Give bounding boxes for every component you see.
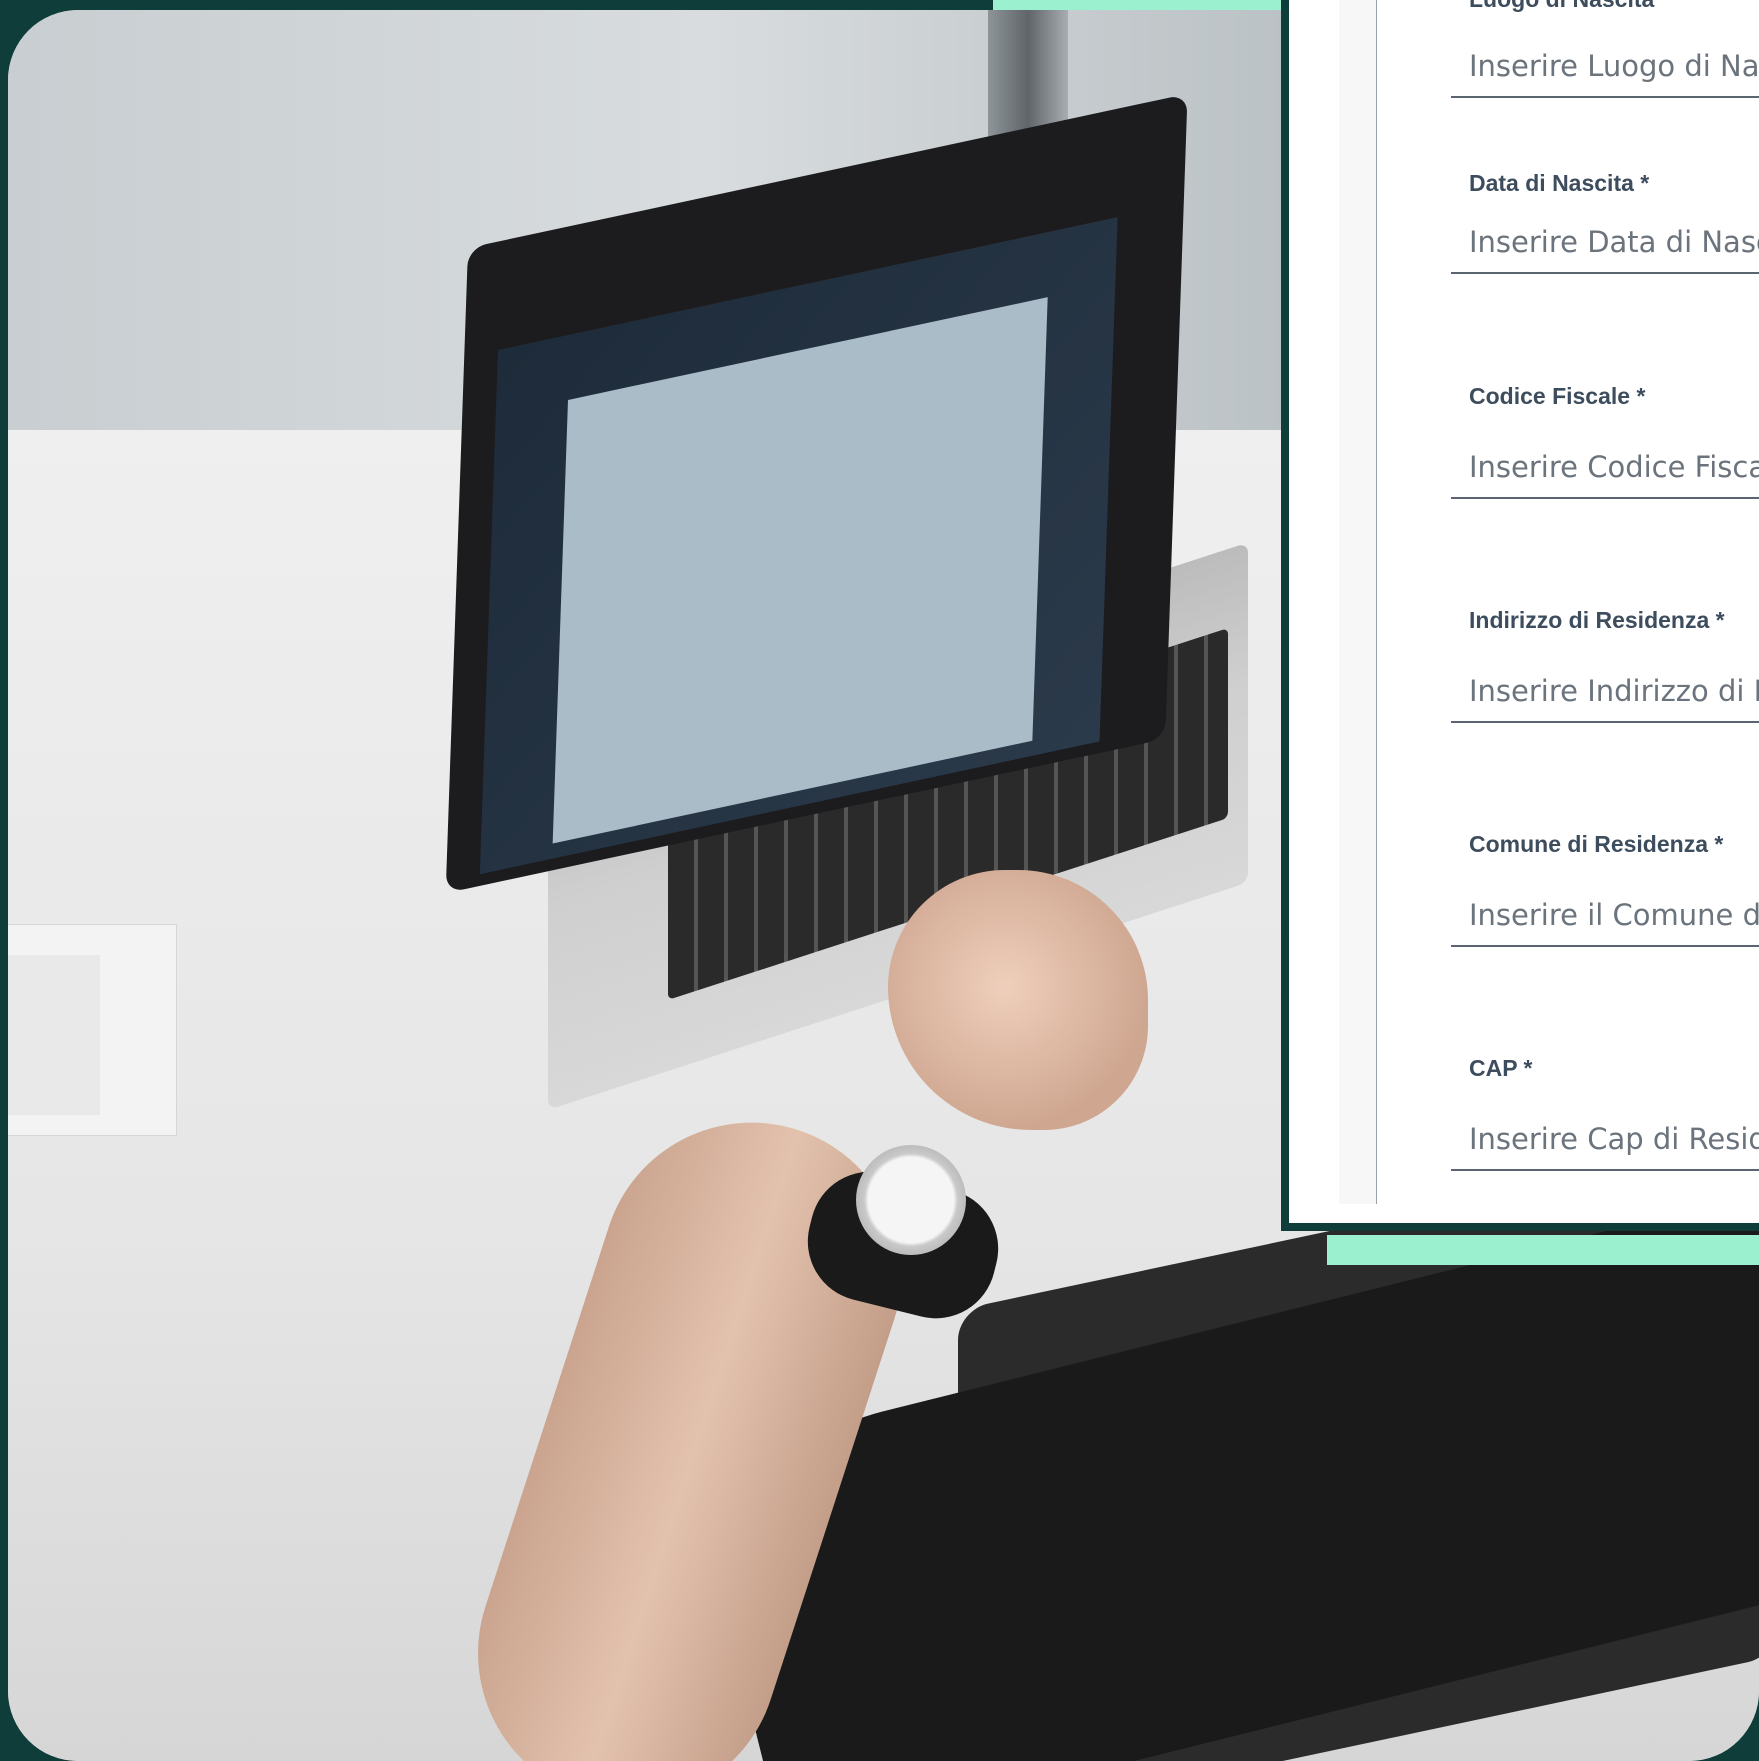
data-nascita-input[interactable] bbox=[1451, 212, 1759, 274]
label-luogo-nascita: Luogo di Nascita bbox=[1469, 0, 1654, 13]
accent-bar-bottom bbox=[1327, 1235, 1759, 1265]
label-cap: CAP * bbox=[1469, 1055, 1533, 1081]
luogo-nascita-input[interactable] bbox=[1451, 36, 1759, 98]
label-comune-residenza: Comune di Residenza * bbox=[1469, 831, 1724, 857]
label-indirizzo-residenza: Indirizzo di Residenza * bbox=[1469, 607, 1725, 633]
label-codice-fiscale: Codice Fiscale * bbox=[1469, 383, 1646, 409]
comune-residenza-input[interactable] bbox=[1451, 885, 1759, 947]
photo-watch-face bbox=[856, 1145, 966, 1255]
indirizzo-residenza-input[interactable] bbox=[1451, 661, 1759, 723]
photo-paper-stack bbox=[8, 955, 100, 1115]
label-data-nascita: Data di Nascita * bbox=[1469, 170, 1650, 196]
accent-bar-top bbox=[993, 0, 1293, 10]
cap-input[interactable] bbox=[1451, 1109, 1759, 1171]
codice-fiscale-input[interactable] bbox=[1451, 437, 1759, 499]
registration-form: Luogo di Nascita Data di Nascita * Codic… bbox=[1376, 0, 1759, 1204]
